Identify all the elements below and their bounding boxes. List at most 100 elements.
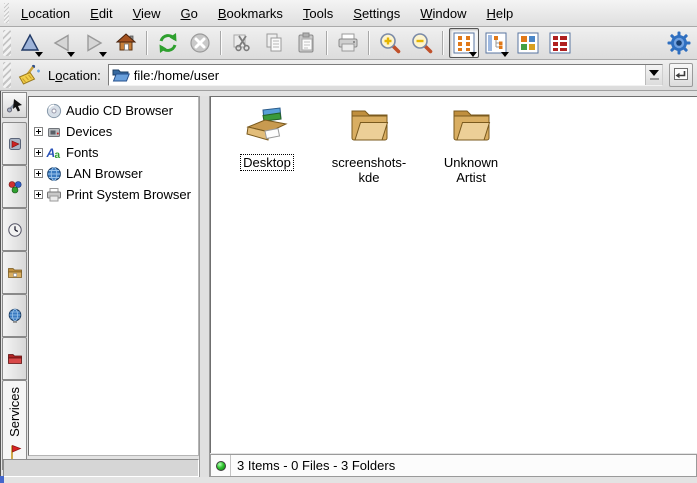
red-folder-icon [7, 351, 23, 367]
tree-item-lan-browser[interactable]: LAN Browser [29, 163, 198, 184]
back-dropdown-arrow[interactable] [67, 52, 75, 57]
back-button[interactable] [47, 28, 77, 58]
menu-go[interactable]: Go [171, 3, 208, 24]
file-item-desktop[interactable]: Desktop [219, 103, 315, 171]
sidebar-tab-bookmarks[interactable] [2, 122, 27, 165]
toolbar-separator [326, 31, 328, 55]
menu-window[interactable]: Window [410, 3, 476, 24]
zoom-in-icon [378, 31, 402, 55]
print-button[interactable] [333, 28, 363, 58]
sidebar-tab-devices[interactable] [2, 165, 27, 208]
location-dropdown-button[interactable] [645, 65, 662, 85]
expand-plus-icon[interactable] [34, 127, 43, 136]
menu-settings[interactable]: Settings [343, 3, 410, 24]
menu-help[interactable]: Help [477, 3, 524, 24]
sidebar-tab-history[interactable] [2, 208, 27, 251]
tree-item-audio-cd-browser[interactable]: Audio CD Browser [29, 100, 198, 121]
clear-location-button[interactable] [15, 61, 43, 89]
desktop-background-sliver [0, 476, 4, 483]
paste-icon [294, 31, 318, 55]
stop-icon [188, 31, 212, 55]
menubar: Location Edit View Go Bookmarks Tools Se… [0, 0, 697, 27]
menu-bookmarks[interactable]: Bookmarks [208, 3, 293, 24]
icon-view-dropdown-arrow[interactable] [469, 52, 477, 57]
devices-icon [45, 124, 63, 140]
toolbar-separator [146, 31, 148, 55]
home-button[interactable] [111, 28, 141, 58]
chevron-down-icon [649, 70, 659, 76]
history-clock-icon [7, 222, 23, 238]
tree-view-dropdown-arrow[interactable] [501, 52, 509, 57]
green-led-icon [216, 461, 226, 471]
file-item-screenshots-kde[interactable]: screenshots-kde [321, 103, 417, 186]
stop-button[interactable] [185, 28, 215, 58]
locationbar-drag-handle[interactable] [3, 62, 11, 88]
reload-icon [156, 31, 180, 55]
location-toolbar: Location: [0, 60, 697, 91]
printer-icon [336, 31, 360, 55]
reload-button[interactable] [153, 28, 183, 58]
sidebar-tab-home-folder[interactable] [2, 251, 27, 294]
copy-button[interactable] [259, 28, 289, 58]
folder-icon [448, 103, 494, 149]
location-combobox[interactable] [108, 64, 663, 86]
kde-gear-activity-indicator[interactable] [664, 28, 694, 58]
go-button[interactable] [669, 63, 693, 87]
tree-item-fonts[interactable]: A a Fonts [29, 142, 198, 163]
services-tree-panel: Audio CD Browser Devices A a Fonts [28, 96, 199, 456]
location-input[interactable] [134, 66, 645, 84]
zoom-out-button[interactable] [407, 28, 437, 58]
forward-dropdown-arrow[interactable] [99, 52, 107, 57]
detailed-list-view-icon [549, 32, 571, 54]
broom-icon [17, 63, 41, 87]
file-label[interactable]: Unknown Artist [428, 154, 514, 186]
menu-tools[interactable]: Tools [293, 3, 343, 24]
sidebar-configure-button[interactable] [2, 92, 27, 118]
svg-text:a: a [55, 150, 61, 161]
home-icon [114, 31, 138, 55]
file-item-unknown-artist[interactable]: Unknown Artist [423, 103, 519, 186]
tree-item-print-system-browser[interactable]: Print System Browser [29, 184, 198, 205]
menu-view[interactable]: View [123, 3, 171, 24]
cut-icon [230, 31, 254, 55]
home-folder-icon [7, 265, 23, 281]
sidebar-tab-root-folder[interactable] [2, 337, 27, 380]
up-dropdown-arrow[interactable] [35, 52, 43, 57]
detailed-list-view-button[interactable] [545, 28, 575, 58]
devices-balls-icon [7, 179, 23, 195]
tree-view-button[interactable] [481, 28, 511, 58]
up-button[interactable] [15, 28, 45, 58]
fonts-icon: A a [45, 145, 63, 161]
audio-cd-icon [45, 103, 63, 119]
toolbar-separator [442, 31, 444, 55]
folder-icon-view[interactable]: Desktop screenshots-kde Unknown Artist [210, 96, 697, 453]
multicolumn-view-button[interactable] [513, 28, 543, 58]
toolbar-separator [220, 31, 222, 55]
toolbar-drag-handle[interactable] [3, 30, 11, 56]
paste-button[interactable] [291, 28, 321, 58]
kde-gear-icon [666, 30, 692, 56]
services-tab-label: Services [7, 387, 22, 437]
icon-view-button[interactable] [449, 28, 479, 58]
forward-button[interactable] [79, 28, 109, 58]
file-label[interactable]: Desktop [240, 154, 294, 171]
tree-item-devices[interactable]: Devices [29, 121, 198, 142]
content-area: Services Audio CD Browser [0, 91, 697, 483]
expand-plus-icon[interactable] [34, 190, 43, 199]
open-folder-icon [112, 68, 130, 83]
sidebar-tab-network[interactable] [2, 294, 27, 337]
menu-location[interactable]: Location [11, 3, 80, 24]
zoom-in-button[interactable] [375, 28, 405, 58]
cut-button[interactable] [227, 28, 257, 58]
desktop-folder-icon [244, 103, 290, 149]
panel-splitter[interactable] [199, 96, 210, 477]
sidebar-tab-services[interactable]: Services [2, 380, 27, 470]
tree-view-icon [485, 32, 507, 54]
menubar-drag-handle[interactable] [4, 3, 9, 23]
menu-edit[interactable]: Edit [80, 3, 122, 24]
file-label[interactable]: screenshots-kde [326, 154, 412, 186]
main-statusbar: 3 Items - 0 Files - 3 Folders [210, 454, 697, 477]
konqueror-window: Location Edit View Go Bookmarks Tools Se… [0, 0, 697, 483]
expand-plus-icon[interactable] [34, 148, 43, 157]
expand-plus-icon[interactable] [34, 169, 43, 178]
